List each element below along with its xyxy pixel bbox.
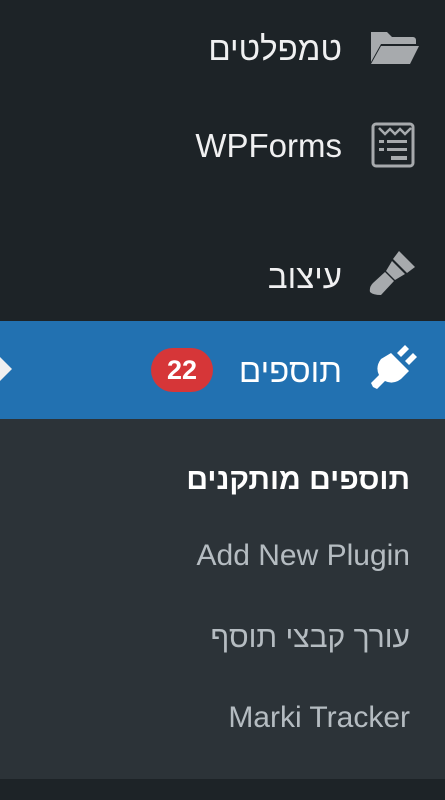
menu-item-design-label: עיצוב — [267, 258, 342, 295]
submenu-marki-tracker[interactable]: Marki Tracker — [228, 701, 410, 735]
submenu-add-new-plugin[interactable]: Add New Plugin — [197, 539, 410, 573]
sidebar-bottom — [0, 779, 445, 800]
current-menu-pointer — [0, 355, 12, 383]
plug-icon — [371, 345, 417, 389]
submenu-plugin-file-editor[interactable]: עורך קבצי תוסף — [211, 621, 410, 655]
plugin-updates-badge: 22 — [151, 348, 213, 392]
folder-open-icon — [371, 32, 419, 64]
menu-item-templates[interactable]: טמפלטים — [0, 0, 445, 98]
form-icon — [371, 122, 415, 168]
menu-item-wpforms[interactable]: WPForms — [0, 98, 445, 196]
plugins-submenu: תוספים מותקנים Add New Plugin עורך קבצי … — [0, 419, 445, 779]
paintbrush-icon — [369, 251, 415, 295]
menu-item-plugins-label: תוספים — [238, 352, 342, 389]
menu-item-templates-label: טמפלטים — [208, 30, 342, 67]
menu-item-design[interactable]: עיצוב — [0, 225, 445, 323]
submenu-installed-plugins[interactable]: תוספים מותקנים — [186, 463, 410, 497]
menu-item-wpforms-label: WPForms — [195, 127, 342, 164]
admin-sidebar-menu: טמפלטים WPForms עיצוב 22 תוספים תוספים מ… — [0, 0, 445, 800]
menu-item-plugins[interactable]: 22 תוספים — [0, 321, 445, 419]
